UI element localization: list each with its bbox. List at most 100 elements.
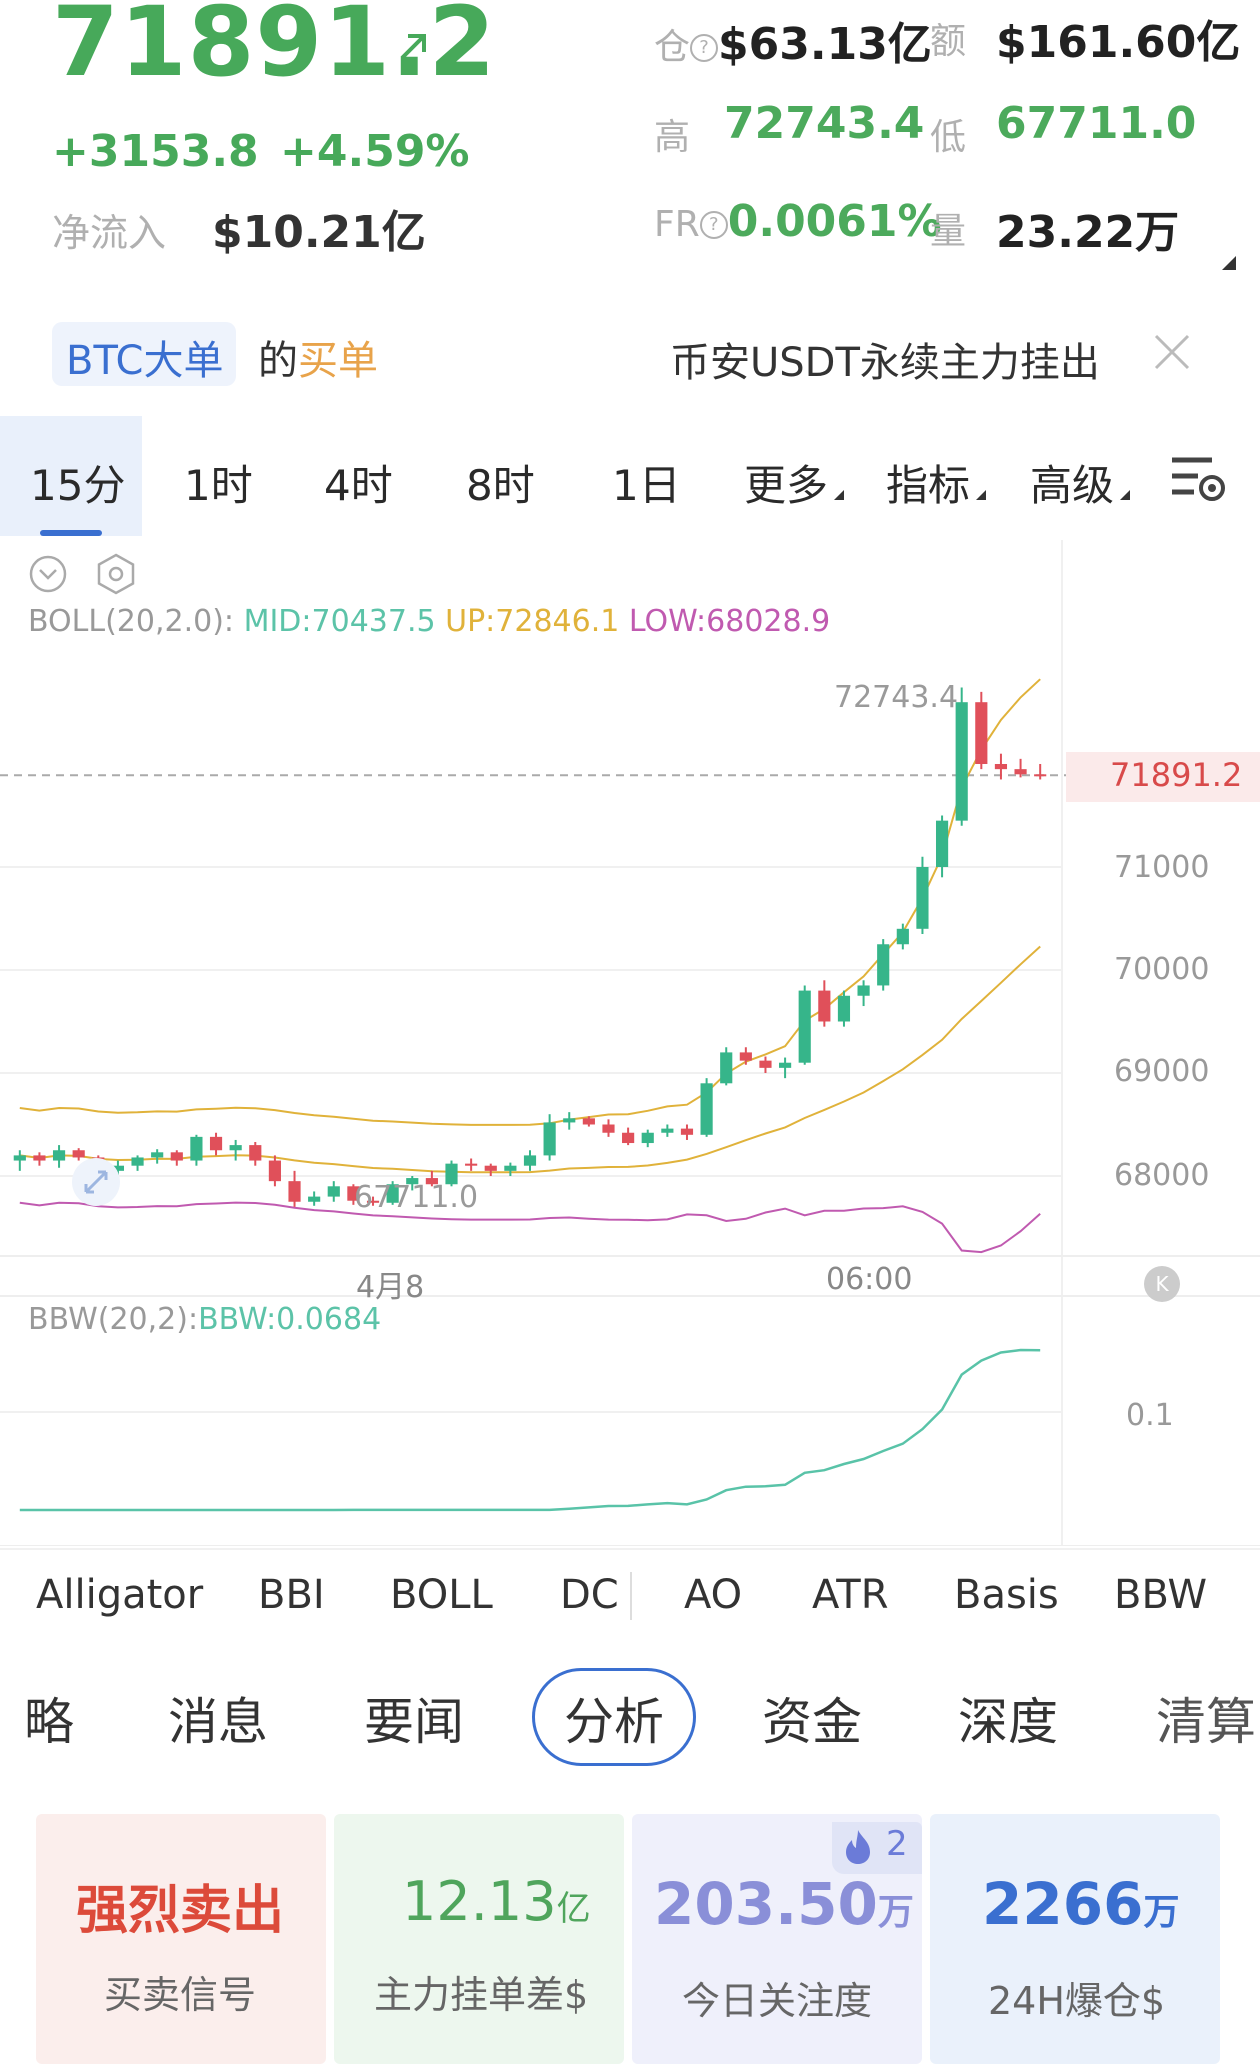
open-interest-row[interactable]: 仓? $63.13亿 [654, 8, 932, 72]
indicator-bbi[interactable]: BBI [258, 1572, 325, 1618]
high-value: 72743.4 [724, 98, 925, 149]
tab-15m[interactable]: 15分 [30, 452, 125, 513]
bbw-legend: BBW(20,2):BBW:0.0684 [28, 1302, 381, 1337]
funding-rate-label: FR [654, 204, 700, 245]
card-order-diff-value-wrap: 12.13亿 [402, 1870, 591, 1933]
card-attention-value-wrap: 203.50万 [654, 1870, 914, 1938]
amount-label: 额 [930, 21, 967, 62]
indicator-alligator[interactable]: Alligator [36, 1572, 203, 1618]
candle-body [896, 928, 909, 945]
collapse-icon[interactable] [28, 554, 68, 594]
tab-headlines[interactable]: 要闻 [364, 1682, 464, 1754]
tab-funds[interactable]: 资金 [762, 1682, 862, 1754]
boll-legend-title: BOLL(20,2.0): [28, 604, 235, 639]
candle-body [1034, 774, 1047, 777]
y-label-68000: 68000 [1114, 1158, 1210, 1193]
close-icon[interactable] [1150, 330, 1194, 374]
card-signal-label: 买卖信号 [104, 1973, 257, 2017]
card-order-diff[interactable]: 12.13亿 主力挂单差$ [334, 1814, 624, 2064]
candle-body [680, 1128, 694, 1135]
kline-chart[interactable] [0, 536, 1260, 1546]
indicator-bbw[interactable]: BBW [1114, 1572, 1207, 1618]
candle-body [52, 1150, 66, 1161]
tab-indicators[interactable]: 指标 [886, 452, 987, 513]
volume-label: 量 [930, 211, 967, 252]
bbw-y-label: 0.1 [1126, 1398, 1174, 1433]
tab-advanced[interactable]: 高级 [1030, 452, 1131, 513]
tab-8h[interactable]: 8时 [466, 452, 535, 513]
boll-up-value: UP:72846.1 [445, 604, 620, 639]
banner-message: 币安USDT永续主力挂出 [670, 340, 1100, 386]
candle-body [720, 1052, 733, 1084]
net-inflow-value: $10.21亿 [212, 207, 426, 258]
dropdown-icon [1120, 490, 1131, 500]
candle-body [523, 1155, 537, 1166]
candle-body [975, 702, 988, 764]
tab-1h[interactable]: 1时 [184, 452, 253, 513]
candle-body [563, 1118, 576, 1123]
candle-body [700, 1083, 713, 1135]
tab-1d[interactable]: 1日 [612, 452, 681, 513]
tab-analysis[interactable]: 分析 [564, 1682, 664, 1754]
chart-grid [0, 540, 1260, 1546]
indicator-dc[interactable]: DC [560, 1572, 619, 1618]
tab-overview[interactable]: 略 [24, 1682, 74, 1754]
card-order-diff-label: 主力挂单差$ [374, 1973, 589, 2017]
help-icon[interactable]: ? [690, 34, 719, 62]
amount-value: $161.60亿 [996, 17, 1241, 68]
low-label: 低 [930, 117, 967, 158]
card-signal[interactable]: 强烈卖出 买卖信号 [36, 1814, 326, 2064]
tab-4h[interactable]: 4时 [324, 452, 393, 513]
card-order-diff-unit: 亿 [556, 1889, 591, 1929]
indicator-settings-icon[interactable] [94, 552, 138, 596]
scroll-to-latest-icon[interactable]: K [1144, 1266, 1180, 1302]
open-interest-value: $63.13亿 [718, 19, 932, 70]
help-icon[interactable]: ? [699, 211, 728, 239]
bbw-value: BBW:0.0684 [198, 1302, 382, 1337]
card-attention-badge: 2 [886, 1824, 908, 1864]
banner-prefix: 的 [258, 338, 298, 384]
card-attention[interactable]: 2 203.50万 今日关注度 [632, 1814, 922, 2064]
bbw-line [19, 1348, 1041, 1512]
indicator-ao[interactable]: AO [684, 1572, 742, 1618]
candle-body [1014, 769, 1027, 775]
candle-body [877, 944, 890, 986]
banner-tag[interactable]: BTC大单 [66, 328, 223, 386]
expand-chart-icon[interactable] [70, 1156, 122, 1208]
candle-body [582, 1118, 595, 1125]
candle-body [994, 764, 1008, 770]
card-liquidation[interactable]: 2266万 24H爆仓$ [930, 1814, 1220, 2064]
low-marker: 67711.0 [354, 1180, 479, 1215]
indicator-basis[interactable]: Basis [954, 1572, 1059, 1618]
tab-liquidation[interactable]: 清算 [1156, 1682, 1256, 1746]
candle-body [131, 1157, 144, 1166]
candle-body [543, 1122, 556, 1156]
tab-more[interactable]: 更多 [744, 452, 845, 513]
divider [0, 1548, 1260, 1550]
funding-rate-row[interactable]: FR? 0.0061% [654, 196, 942, 247]
expand-corner-icon[interactable] [1222, 256, 1236, 270]
candle-body [818, 990, 831, 1022]
y-label-70000: 70000 [1114, 952, 1210, 987]
banner-order-type: 的买单 [258, 328, 378, 386]
card-order-diff-value: 12.13 [402, 1870, 557, 1933]
indicator-atr[interactable]: ATR [812, 1572, 888, 1618]
candle-body [935, 820, 949, 867]
x-label-date: 4月8 [356, 1270, 425, 1305]
tab-more-label: 更多 [744, 461, 829, 510]
tab-depth[interactable]: 深度 [958, 1682, 1058, 1754]
candle-body [484, 1165, 497, 1171]
indicator-boll[interactable]: BOLL [390, 1572, 493, 1618]
card-attention-label: 今日关注度 [682, 1979, 873, 2023]
candle-body [504, 1165, 517, 1171]
candle-body [327, 1186, 340, 1197]
banner-highlight: 买单 [298, 338, 378, 384]
chart-settings-icon[interactable] [1168, 450, 1230, 506]
tab-news[interactable]: 消息 [168, 1682, 268, 1754]
card-liquidation-value-wrap: 2266万 [982, 1870, 1179, 1938]
x-label-time: 06:00 [826, 1262, 913, 1297]
net-inflow-label: 净流入 [52, 211, 167, 255]
y-label-69000: 69000 [1114, 1054, 1210, 1089]
candle-body [33, 1155, 46, 1161]
candle-body [229, 1145, 242, 1151]
